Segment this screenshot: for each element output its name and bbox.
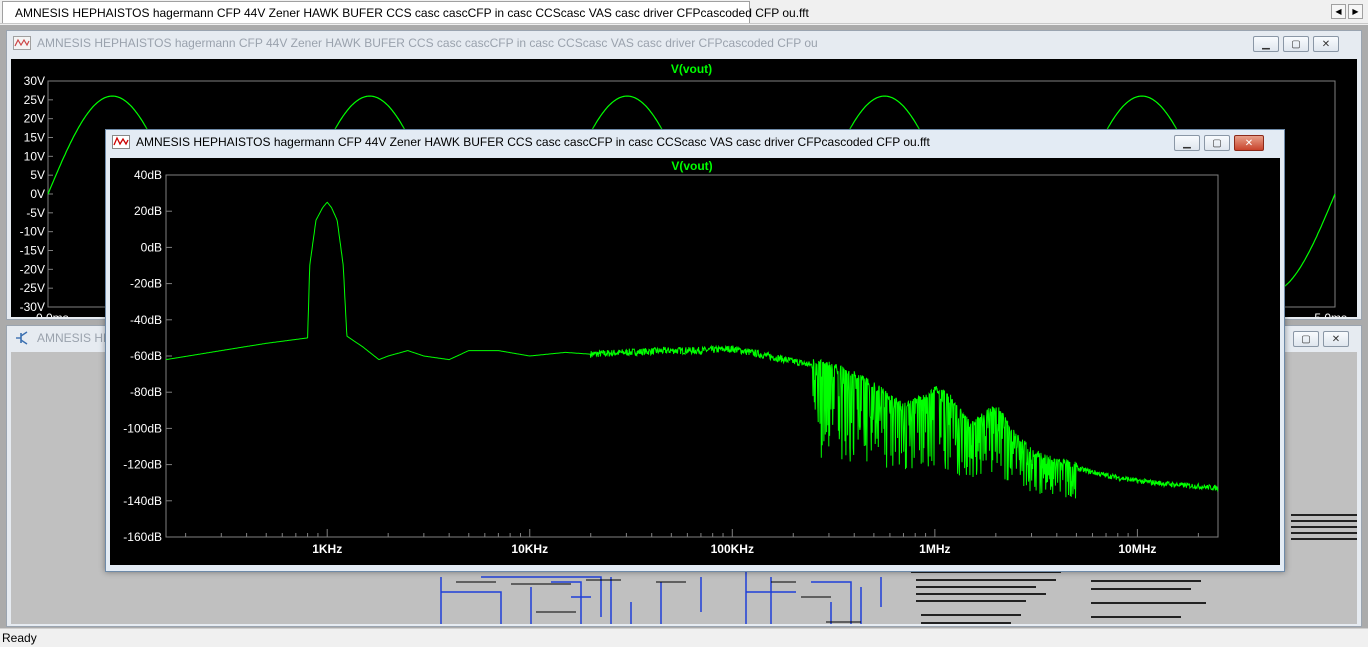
transistor-icon [16,331,28,345]
y-tick-label: -20V [20,262,45,276]
tab-scroll-left-button[interactable]: ◀ [1331,4,1346,19]
fft-window[interactable]: AMNESIS HEPHAISTOS hagermann CFP 44V Zen… [105,129,1285,572]
fft-window-minimize-button[interactable]: ▁ [1174,135,1200,151]
y-tick-label: 15V [24,131,45,145]
x-tick-label: 1MHz [919,542,950,556]
document-tab-title: AMNESIS HEPHAISTOS hagermann CFP 44V Zen… [15,5,809,20]
time-window-titlebar[interactable]: AMNESIS HEPHAISTOS hagermann CFP 44V Zen… [7,31,1361,55]
status-text: Ready [2,631,37,645]
schematic-window-close-button[interactable]: ✕ [1323,331,1349,347]
y-tick-label: 25V [24,93,45,107]
tab-scroll-right-button[interactable]: ▶ [1348,4,1363,19]
y-tick-label: 5V [30,168,45,182]
fft-window-maximize-button[interactable]: ▢ [1204,135,1230,151]
y-tick-label: -160dB [123,530,162,544]
time-window-minimize-button[interactable]: ▁ [1253,36,1279,52]
y-tick-label: -25V [20,281,45,295]
y-tick-label: 0dB [141,240,162,254]
time-window-maximize-button[interactable]: ▢ [1283,36,1309,52]
y-tick-label: -5V [26,206,45,220]
schematic-window-title: AMNESIS HE [37,331,112,345]
x-tick-label: 5.0ms [1314,311,1347,317]
x-tick-label: 0.0ms [36,311,69,317]
status-bar: Ready [0,628,1368,647]
y-tick-label: -15V [20,244,45,258]
y-tick-label: 0V [30,187,45,201]
y-tick-label: -80dB [130,385,162,399]
y-tick-label: 20V [24,112,45,126]
y-tick-label: 30V [24,74,45,88]
y-tick-label: 40dB [134,168,162,182]
y-tick-label: -20dB [130,277,162,291]
y-tick-label: -60dB [130,349,162,363]
y-tick-label: -10V [20,225,45,239]
x-tick-label: 100KHz [711,542,754,556]
time-window-close-button[interactable]: ✕ [1313,36,1339,52]
y-tick-label: 20dB [134,204,162,218]
waveform-icon [13,36,31,50]
fft-series-vout [165,201,1219,499]
time-window-title: AMNESIS HEPHAISTOS hagermann CFP 44V Zen… [37,36,818,50]
y-tick-label: -120dB [123,458,162,472]
fft-window-titlebar[interactable]: AMNESIS HEPHAISTOS hagermann CFP 44V Zen… [106,130,1284,154]
x-tick-label: 10MHz [1118,542,1156,556]
fft-chart-title: V(vout) [671,159,712,173]
document-tab[interactable]: AMNESIS HEPHAISTOS hagermann CFP 44V Zen… [2,1,809,23]
document-tab-bar: AMNESIS HEPHAISTOS hagermann CFP 44V Zen… [0,0,1368,24]
schematic-window-maximize-button[interactable]: ▢ [1293,331,1319,347]
mdi-workspace: AMNESIS HEPHAISTOS hagermann CFP 44V Zen… [0,25,1368,642]
fft-plot[interactable]: V(vout) 40dB 20dB 0dB -20dB -40dB -60dB -80dB -1… [110,158,1280,565]
fft-chart: V(vout) 40dB 20dB 0dB -20dB -40dB -60dB -80dB -1… [123,159,1219,556]
fft-window-title: AMNESIS HEPHAISTOS hagermann CFP 44V Zen… [136,135,930,149]
time-chart-title: V(vout) [671,62,712,76]
y-tick-label: -40dB [130,313,162,327]
fft-window-close-button[interactable]: ✕ [1234,135,1264,151]
x-tick-label: 10KHz [511,542,548,556]
waveform-icon [112,135,130,149]
y-tick-label: -100dB [123,421,162,435]
x-tick-label: 1KHz [312,542,342,556]
y-tick-label: 10V [24,149,45,163]
y-tick-label: -140dB [123,494,162,508]
